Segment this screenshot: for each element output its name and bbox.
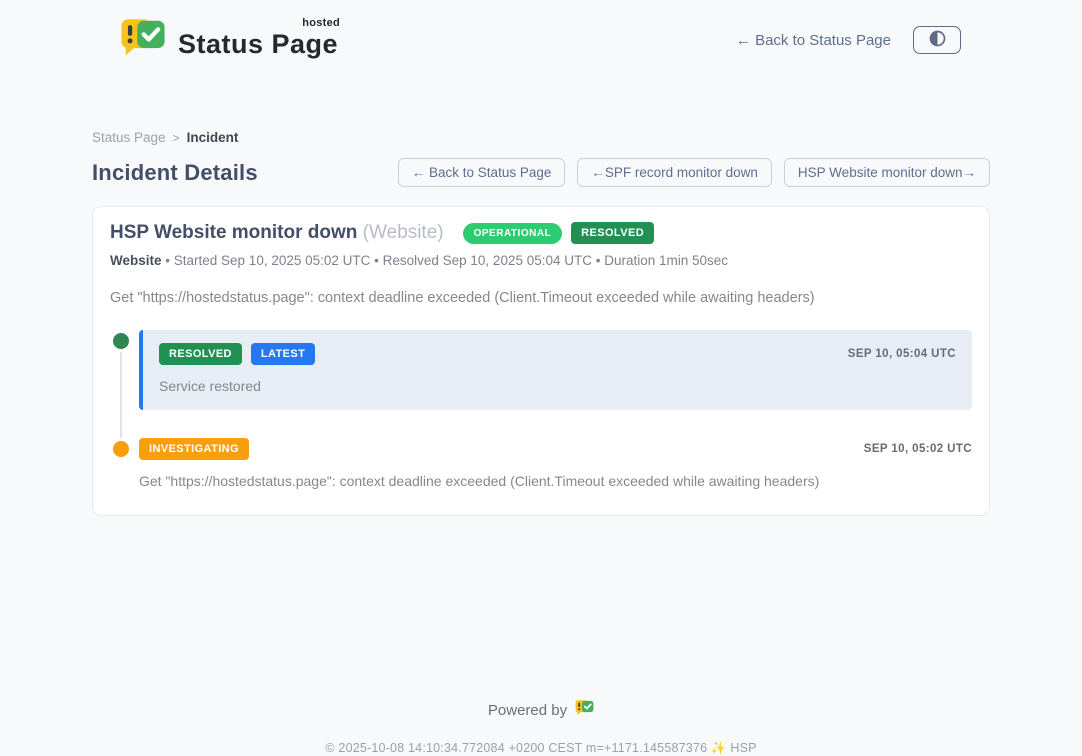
incident-title: HSP Website monitor down (Website) [110,222,444,244]
timeline-entry-header: RESOLVED LATEST SEP 10, 05:04 UTC [159,343,956,365]
timeline-message: Get "https://hostedstatus.page": context… [139,473,972,489]
timeline-resolved-badge: RESOLVED [159,343,242,365]
breadcrumb: Status Page > Incident [92,130,990,145]
prev-incident-button[interactable]: ←SPF record monitor down [577,158,772,187]
powered-by-label: Powered by [488,702,567,719]
title-row: Incident Details ← Back to Status Page ←… [92,158,990,187]
timeline-entry-header: INVESTIGATING SEP 10, 05:02 UTC [139,438,972,460]
operational-status-badge: OPERATIONAL [463,223,563,244]
breadcrumb-current: Incident [187,130,239,145]
timeline-entry-content: RESOLVED LATEST SEP 10, 05:04 UTC Servic… [139,330,972,410]
header: Status Page hosted ← Back to Status Page [0,0,1082,76]
logo[interactable]: Status Page hosted [120,15,338,66]
brand-name: Status Page [178,29,338,59]
powered-by-link[interactable]: Powered by [488,699,594,721]
circle-half-icon [929,30,946,50]
incident-meta-component: Website [110,253,162,268]
timeline-latest-badge: LATEST [251,343,315,365]
timeline-entry-resolved: RESOLVED LATEST SEP 10, 05:04 UTC Servic… [110,330,972,410]
resolved-state-badge: RESOLVED [571,222,654,244]
timeline-entry-investigating: INVESTIGATING SEP 10, 05:02 UTC Get "htt… [110,438,972,489]
incident-component-suffix: (Website) [363,222,444,243]
incident-meta-times: • Started Sep 10, 2025 05:02 UTC • Resol… [165,253,728,268]
incident-description: Get "https://hostedstatus.page": context… [110,290,972,306]
next-incident-button[interactable]: HSP Website monitor down→ [784,158,990,187]
incident-title-text: HSP Website monitor down [110,222,357,243]
copyright-text: © 2025-10-08 14:10:34.772084 +0200 CEST … [0,741,1082,756]
timeline-timestamp: SEP 10, 05:04 UTC [848,348,956,360]
incident-timeline: RESOLVED LATEST SEP 10, 05:04 UTC Servic… [110,330,972,489]
timeline-entry-content: INVESTIGATING SEP 10, 05:02 UTC Get "htt… [139,438,972,489]
page-title: Incident Details [92,160,258,186]
logo-speech-bubble-icon [120,15,166,66]
timeline-message: Service restored [159,378,956,394]
incident-title-row: HSP Website monitor down (Website) OPERA… [110,222,972,244]
timeline-timestamp: SEP 10, 05:02 UTC [864,443,972,455]
incident-nav-buttons: ← Back to Status Page ←SPF record monito… [398,158,990,187]
incident-meta: Website • Started Sep 10, 2025 05:02 UTC… [110,253,972,268]
timeline-investigating-badge: INVESTIGATING [139,438,249,460]
logo-text: Status Page hosted [178,21,338,60]
header-back-link[interactable]: ← Back to Status Page [736,32,891,49]
theme-toggle-button[interactable] [913,26,961,54]
breadcrumb-root-link[interactable]: Status Page [92,130,166,145]
hsp-logo-icon [575,699,594,721]
footer: Powered by © 2025-10-08 14:10:34.772084 … [0,699,1082,756]
header-right: ← Back to Status Page [736,26,961,54]
brand-superscript: hosted [302,17,340,29]
back-to-status-page-button[interactable]: ← Back to Status Page [398,158,566,187]
timeline-dot-resolved-icon [113,333,129,349]
main-content: Status Page > Incident Incident Details ← … [92,130,990,516]
incident-card: HSP Website monitor down (Website) OPERA… [92,206,990,516]
breadcrumb-separator: > [173,131,180,145]
timeline-dot-investigating-icon [113,441,129,457]
